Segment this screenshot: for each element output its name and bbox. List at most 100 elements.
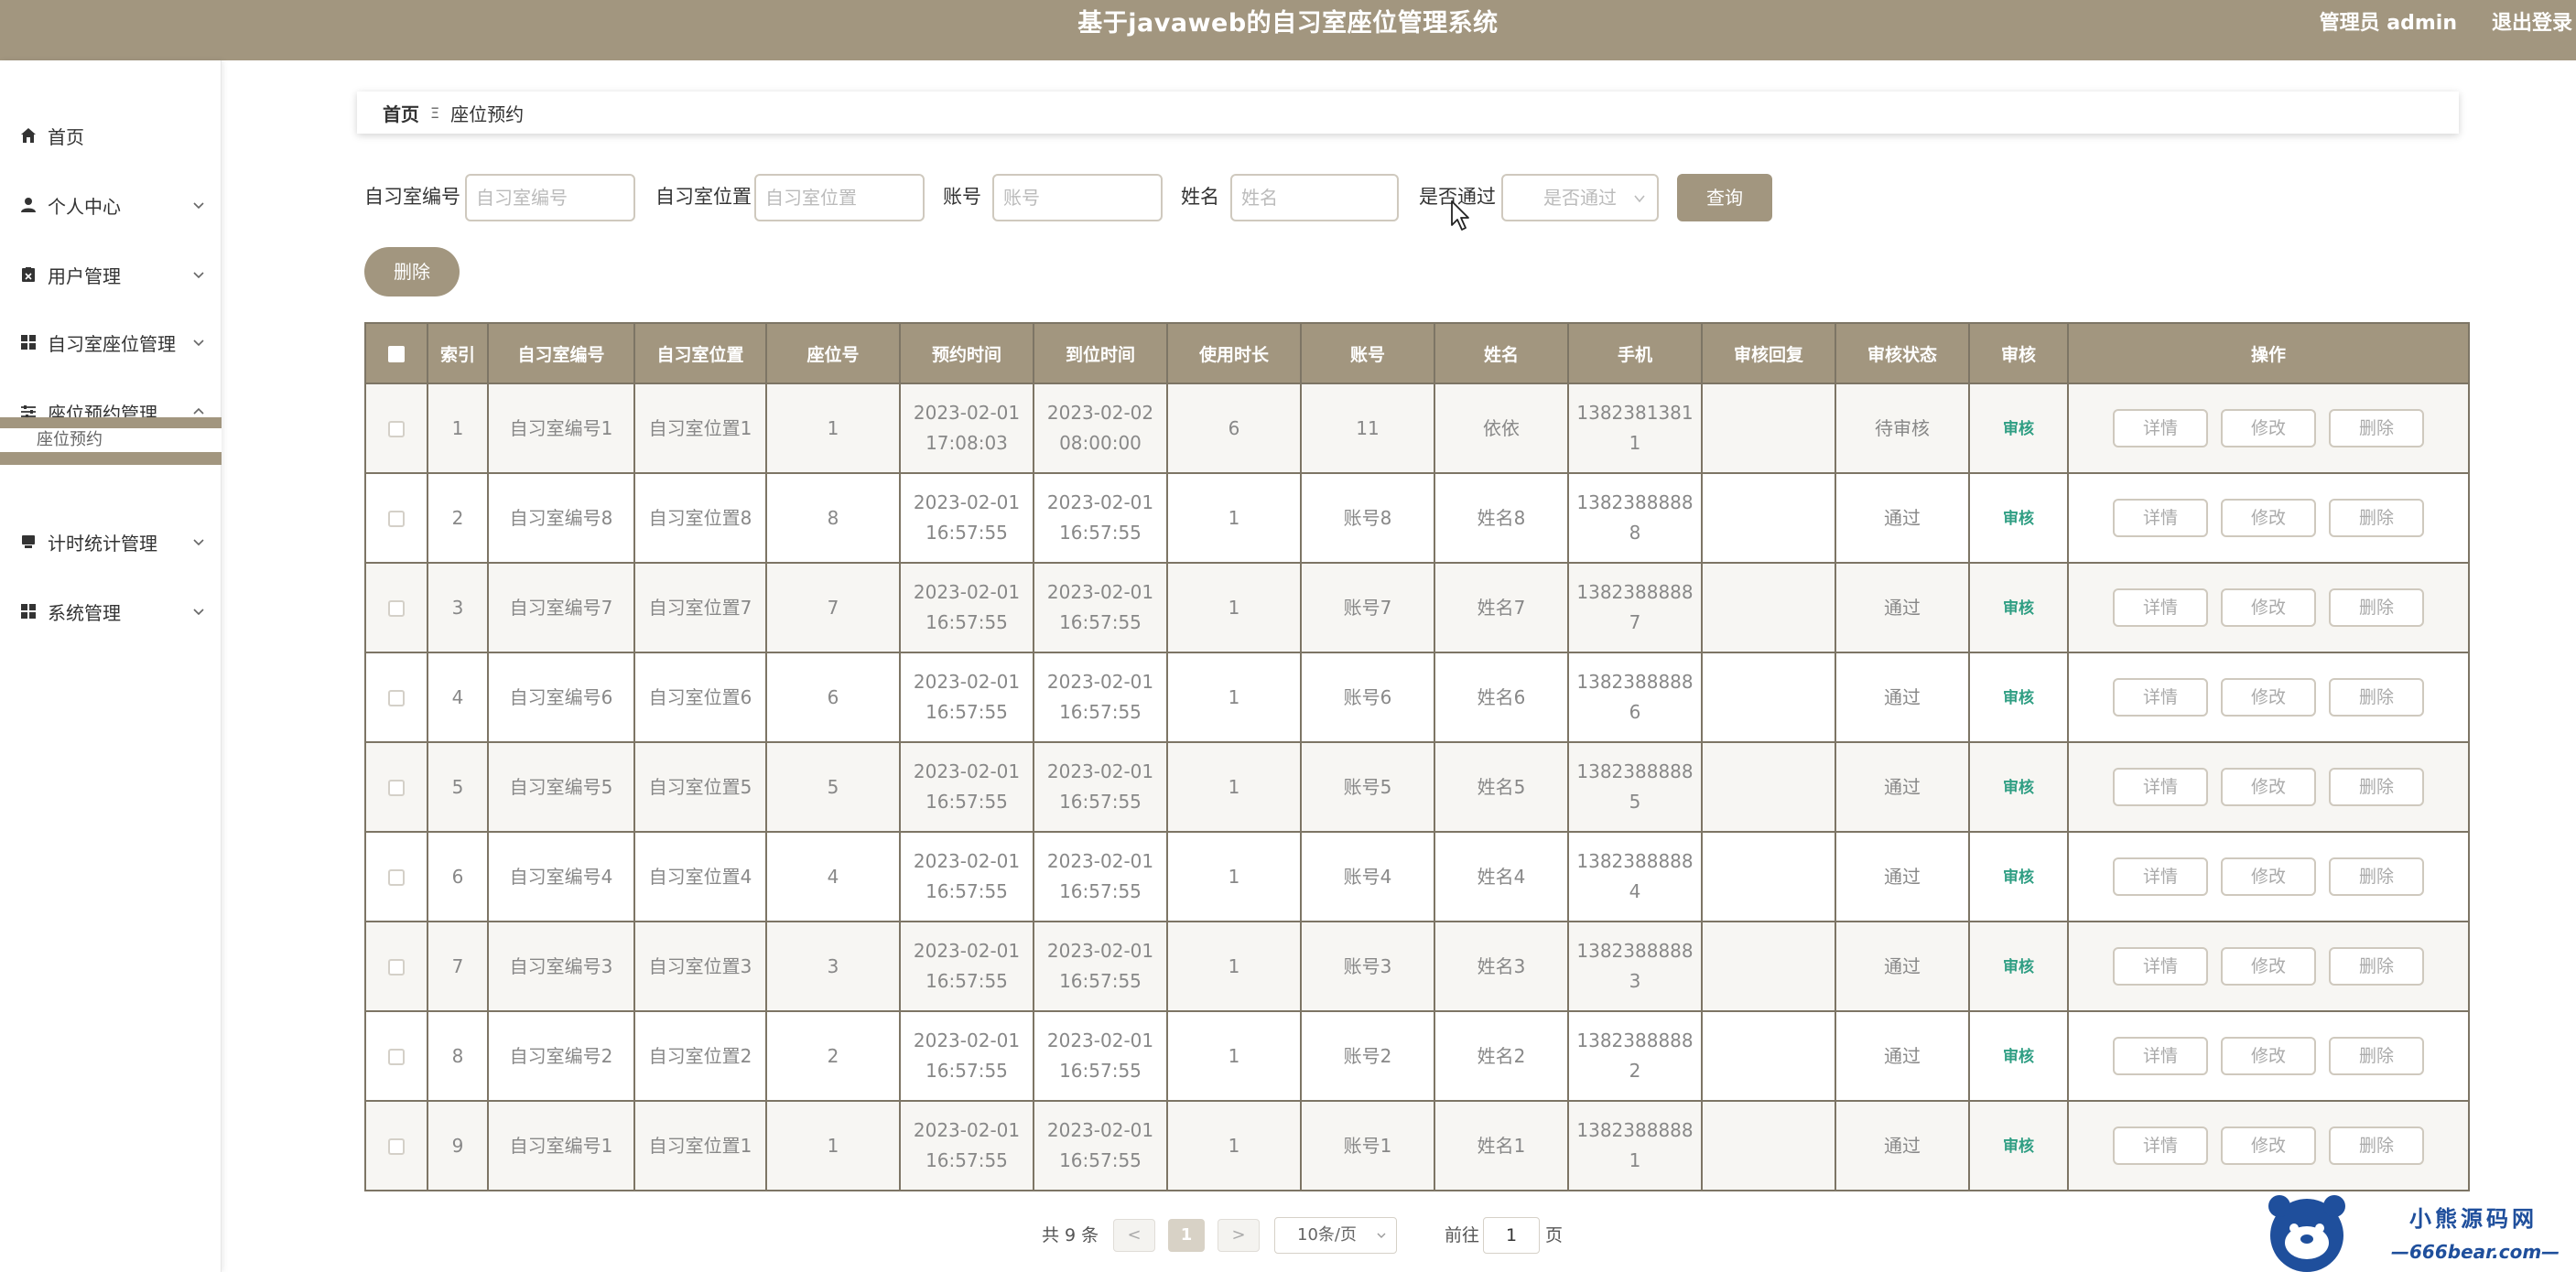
arrive-time: 16:57:55 — [1059, 970, 1142, 992]
reserve-date: 2023-02-01 — [913, 940, 1021, 962]
submenu-item-seat-reservation[interactable]: 座位预约 — [37, 428, 103, 452]
phone-part2: 7 — [1629, 611, 1641, 633]
audit-link[interactable]: 审核 — [2003, 868, 2034, 887]
edit-button[interactable]: 修改 — [2221, 409, 2316, 447]
row-checkbox[interactable] — [388, 1138, 405, 1155]
reserve-time: 16:57:55 — [925, 970, 1008, 992]
edit-button[interactable]: 修改 — [2221, 499, 2316, 537]
row-select-cell[interactable] — [364, 383, 428, 474]
batch-delete-button[interactable]: 删除 — [364, 247, 460, 296]
reserve-date: 2023-02-01 — [913, 402, 1021, 424]
room-no-input[interactable] — [465, 174, 635, 221]
phone-part2: 2 — [1629, 1060, 1641, 1082]
breadcrumb-home[interactable]: 首页 — [383, 100, 419, 126]
detail-button[interactable]: 详情 — [2113, 678, 2208, 717]
detail-button[interactable]: 详情 — [2113, 1037, 2208, 1075]
row-select-cell[interactable] — [364, 1100, 428, 1191]
row-select-cell[interactable] — [364, 472, 428, 564]
edit-button[interactable]: 修改 — [2221, 1126, 2316, 1165]
phone-part1: 1382388888 — [1576, 671, 1694, 693]
delete-button[interactable]: 删除 — [2329, 409, 2424, 447]
detail-button[interactable]: 详情 — [2113, 768, 2208, 806]
row-select-cell[interactable] — [364, 741, 428, 833]
name-input[interactable] — [1230, 174, 1399, 221]
row-select-cell[interactable] — [364, 831, 428, 922]
page-number[interactable]: 1 — [1168, 1219, 1205, 1252]
cell-name: 依依 — [1434, 383, 1569, 474]
edit-button[interactable]: 修改 — [2221, 857, 2316, 896]
cell-reserve-time: 2023-02-01 16:57:55 — [899, 562, 1034, 653]
row-select-cell[interactable] — [364, 652, 428, 743]
audit-link[interactable]: 审核 — [2003, 510, 2034, 528]
sidebar-item-timing-stats[interactable]: 计时统计管理 — [0, 514, 222, 569]
edit-button[interactable]: 修改 — [2221, 768, 2316, 806]
row-checkbox[interactable] — [388, 511, 405, 527]
sidebar-item-seat-manage[interactable]: 自习室座位管理 — [0, 315, 222, 370]
row-checkbox[interactable] — [388, 959, 405, 976]
logout-button[interactable]: 退出登录 — [2492, 0, 2572, 48]
phone-part1: 1382388888 — [1576, 850, 1694, 872]
audit-link[interactable]: 审核 — [2003, 420, 2034, 438]
select-all-checkbox[interactable] — [388, 345, 405, 362]
next-page-button[interactable]: > — [1218, 1219, 1260, 1252]
delete-button[interactable]: 删除 — [2329, 947, 2424, 986]
delete-button[interactable]: 删除 — [2329, 588, 2424, 627]
sidebar-item-system-manage[interactable]: 系统管理 — [0, 584, 222, 639]
detail-button[interactable]: 详情 — [2113, 857, 2208, 896]
row-checkbox[interactable] — [388, 600, 405, 617]
cell-phone: 1382388888 6 — [1567, 652, 1703, 743]
audit-link[interactable]: 审核 — [2003, 599, 2034, 618]
cell-index: 4 — [427, 652, 489, 743]
row-select-cell[interactable] — [364, 562, 428, 653]
edit-button[interactable]: 修改 — [2221, 678, 2316, 717]
delete-button[interactable]: 删除 — [2329, 499, 2424, 537]
delete-button[interactable]: 删除 — [2329, 1037, 2424, 1075]
goto-page-input[interactable]: 1 — [1483, 1217, 1540, 1254]
prev-page-button[interactable]: < — [1113, 1219, 1155, 1252]
row-checkbox[interactable] — [388, 780, 405, 796]
cell-duration: 1 — [1166, 1100, 1302, 1191]
audit-link[interactable]: 审核 — [2003, 1048, 2034, 1066]
row-checkbox[interactable] — [388, 1049, 405, 1065]
detail-button[interactable]: 详情 — [2113, 409, 2208, 447]
cell-name: 姓名8 — [1434, 472, 1569, 564]
sidebar-item-user-manage[interactable]: 用户管理 — [0, 247, 222, 302]
audit-link[interactable]: 审核 — [2003, 1137, 2034, 1156]
delete-button[interactable]: 删除 — [2329, 678, 2424, 717]
detail-button[interactable]: 详情 — [2113, 947, 2208, 986]
chevron-down-icon — [1634, 195, 1645, 203]
query-button[interactable]: 查询 — [1677, 174, 1772, 221]
cell-reserve-time: 2023-02-01 16:57:55 — [899, 652, 1034, 743]
row-checkbox[interactable] — [388, 690, 405, 706]
detail-button[interactable]: 详情 — [2113, 588, 2208, 627]
select-all-cell[interactable] — [364, 322, 428, 384]
delete-button[interactable]: 删除 — [2329, 1126, 2424, 1165]
cell-account: 账号6 — [1300, 652, 1435, 743]
audit-link[interactable]: 审核 — [2003, 958, 2034, 976]
room-loc-input[interactable] — [754, 174, 925, 221]
sidebar-item-personal-center[interactable]: 个人中心 — [0, 178, 222, 232]
detail-button[interactable]: 详情 — [2113, 499, 2208, 537]
detail-button[interactable]: 详情 — [2113, 1126, 2208, 1165]
edit-button[interactable]: 修改 — [2221, 1037, 2316, 1075]
edit-button[interactable]: 修改 — [2221, 588, 2316, 627]
cell-duration: 1 — [1166, 472, 1302, 564]
reserve-date: 2023-02-01 — [913, 760, 1021, 782]
delete-button[interactable]: 删除 — [2329, 768, 2424, 806]
audit-link[interactable]: 审核 — [2003, 689, 2034, 707]
grid-icon — [18, 334, 38, 350]
sidebar-item-home[interactable]: 首页 — [0, 108, 222, 163]
table-row: 7 自习室编号3 自习室位置3 3 2023-02-01 16:57:55 2023-02-… — [364, 921, 2470, 1012]
cell-status: 通过 — [1835, 472, 1970, 564]
row-checkbox[interactable] — [388, 421, 405, 437]
page-size-select[interactable]: 10条/页 — [1274, 1217, 1397, 1254]
room-loc-label: 自习室位置 — [655, 186, 752, 208]
row-select-cell[interactable] — [364, 921, 428, 1012]
audit-link[interactable]: 审核 — [2003, 779, 2034, 797]
row-checkbox[interactable] — [388, 869, 405, 886]
edit-button[interactable]: 修改 — [2221, 947, 2316, 986]
account-input[interactable] — [992, 174, 1163, 221]
row-select-cell[interactable] — [364, 1010, 428, 1102]
passed-select[interactable]: 是否通过 — [1501, 174, 1659, 221]
delete-button[interactable]: 删除 — [2329, 857, 2424, 896]
